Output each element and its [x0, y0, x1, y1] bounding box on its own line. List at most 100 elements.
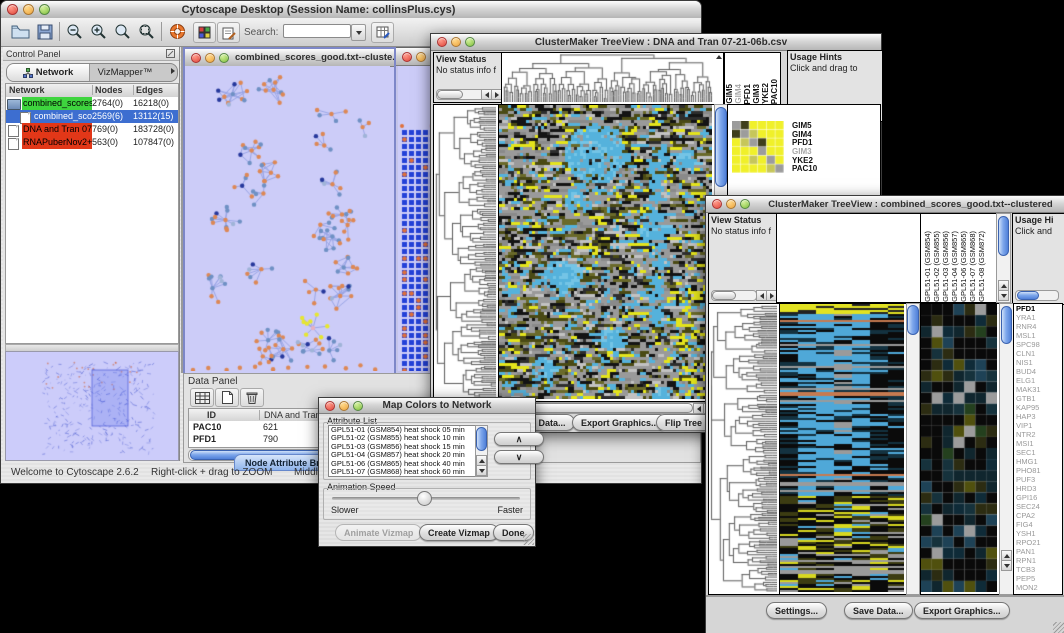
treeview1-titlebar[interactable]: ClusterMaker TreeView : DNA and Tran 07-… — [431, 34, 881, 51]
close-button[interactable] — [325, 401, 335, 411]
gene-label[interactable]: MON2 — [1014, 583, 1062, 592]
settings-button[interactable]: Settings... — [766, 602, 827, 619]
tab-overflow-button[interactable] — [171, 68, 175, 74]
treeview2-titlebar[interactable]: ClusterMaker TreeView : combined_scores_… — [706, 196, 1064, 213]
column-label[interactable]: PFD1 — [743, 53, 752, 104]
minimize-button[interactable] — [205, 53, 215, 63]
tv2-column-dendrogram[interactable] — [776, 213, 921, 303]
zoom-in-button[interactable] — [87, 22, 109, 41]
gene-label[interactable]: NIS1 — [1014, 358, 1062, 367]
help-button[interactable] — [166, 22, 188, 41]
scroll-thumb[interactable] — [521, 403, 693, 413]
gene-label[interactable]: HAP3 — [1014, 412, 1062, 421]
network-view-1-canvas[interactable] — [185, 66, 390, 371]
zoom-fit-button[interactable] — [111, 22, 133, 41]
gene-label[interactable]: ELG1 — [1014, 376, 1062, 385]
gene-label[interactable]: PHO81 — [1014, 466, 1062, 475]
col-nodes[interactable]: Nodes — [92, 85, 123, 95]
resize-grip[interactable] — [523, 534, 534, 545]
tv1-column-dendrogram[interactable] — [501, 52, 716, 105]
column-label[interactable]: GPL51-07 (GSM868) — [968, 214, 977, 302]
tv2-row-dendrogram[interactable] — [708, 303, 780, 595]
gene-label[interactable]: PAN1 — [1014, 547, 1062, 556]
gene-label[interactable]: RPN1 — [1014, 556, 1062, 565]
minimize-button[interactable] — [339, 401, 349, 411]
gene-label[interactable]: MAK31 — [1014, 385, 1062, 394]
gene-label[interactable]: SPC98 — [1014, 340, 1062, 349]
tv2-status-hscroll[interactable] — [711, 290, 757, 301]
gene-label[interactable]: CLN1 — [1014, 349, 1062, 358]
column-label[interactable]: GPL51-06 (GSM865) — [959, 214, 968, 302]
network-window-1-titlebar[interactable]: combined_scores_good.txt--cluste... — [185, 49, 394, 67]
dialog-titlebar[interactable]: Map Colors to Network — [319, 398, 535, 414]
gene-label[interactable]: KAP95 — [1014, 403, 1062, 412]
scroll-down-button[interactable] — [1001, 560, 1012, 571]
close-button[interactable] — [437, 37, 447, 47]
close-button[interactable] — [712, 199, 722, 209]
network-list-row[interactable]: DNA and Tran 07769(0)183728(0) — [6, 123, 178, 136]
table-mode-button[interactable] — [190, 388, 214, 407]
tv2-usage-hscroll[interactable] — [1015, 290, 1059, 301]
tv2-heatmap-vscroll[interactable] — [906, 303, 920, 595]
new-attribute-button[interactable] — [215, 388, 239, 407]
search-dropdown-button[interactable] — [351, 24, 366, 41]
gene-label[interactable]: RPO21 — [1014, 538, 1062, 547]
gene-label[interactable]: SEC24 — [1014, 502, 1062, 511]
network-overview-canvas[interactable] — [5, 351, 179, 461]
col-edges[interactable]: Edges — [133, 85, 163, 95]
minimize-button[interactable] — [726, 199, 736, 209]
zoom-button[interactable] — [740, 199, 750, 209]
gene-label[interactable]: HMG1 — [1014, 457, 1062, 466]
column-label[interactable]: GPL51-04 (GSM857) — [950, 214, 959, 302]
row-label[interactable]: PAC10 — [790, 165, 870, 174]
gene-label[interactable]: SEC1 — [1014, 448, 1062, 457]
minimize-button[interactable] — [23, 4, 34, 15]
animate-vizmap-button[interactable]: Animate Vizmap — [335, 524, 422, 541]
main-titlebar[interactable]: Cytoscape Desktop (Session Name: collins… — [1, 1, 701, 19]
gene-label[interactable]: NTR2 — [1014, 430, 1062, 439]
tv1-zoom-matrix-canvas[interactable] — [732, 121, 784, 173]
tv1-status-hscroll[interactable] — [436, 89, 486, 100]
gene-label[interactable]: TCB3 — [1014, 565, 1062, 574]
scroll-thumb[interactable] — [712, 291, 736, 300]
gene-label[interactable]: CPA2 — [1014, 511, 1062, 520]
save-data-button[interactable]: Save Data... — [844, 602, 913, 619]
attribute-item[interactable]: GPL51-07 (GSM868) heat shock 60 min — [329, 468, 475, 476]
create-vizmap-button[interactable]: Create Vizmap — [419, 524, 499, 541]
search-input[interactable] — [283, 24, 351, 38]
scroll-down-button[interactable] — [998, 290, 1009, 301]
resize-grip[interactable] — [1053, 622, 1064, 633]
tv2-zoom-vscroll[interactable] — [999, 303, 1014, 595]
column-label[interactable]: PAC10 — [770, 53, 779, 104]
tv1-heatmap[interactable] — [498, 104, 715, 402]
col-network[interactable]: Network — [9, 85, 45, 95]
scroll-thumb[interactable] — [1017, 291, 1039, 300]
move-up-button[interactable]: ∧ — [494, 432, 544, 446]
gene-label[interactable]: RNR4 — [1014, 322, 1062, 331]
gene-label[interactable]: MSL1 — [1014, 331, 1062, 340]
speed-slider-thumb[interactable] — [417, 491, 432, 506]
scroll-down-button[interactable] — [476, 465, 487, 476]
tv2-labels-vscroll[interactable] — [996, 213, 1011, 303]
tab-vizmapper[interactable]: VizMapper™ — [89, 64, 161, 81]
scroll-thumb[interactable] — [998, 216, 1009, 256]
network-list-row[interactable]: combined_scores2764(0)16218(0) — [6, 97, 178, 110]
zoom-button[interactable] — [353, 401, 363, 411]
zoom-button[interactable] — [465, 37, 475, 47]
scroll-thumb[interactable] — [476, 427, 487, 451]
gene-label[interactable]: BUD4 — [1014, 367, 1062, 376]
vizmap-button[interactable] — [193, 22, 216, 43]
close-button[interactable] — [7, 4, 18, 15]
scroll-thumb[interactable] — [715, 107, 727, 187]
column-label[interactable]: YKE2 — [761, 53, 770, 104]
gene-label[interactable]: HRD3 — [1014, 484, 1062, 493]
export-graphics-button[interactable]: Export Graphics... — [914, 602, 1010, 619]
gene-label[interactable]: PUF3 — [1014, 475, 1062, 484]
annotation-button[interactable] — [217, 22, 240, 43]
gene-label[interactable]: VIP1 — [1014, 421, 1062, 430]
zoom-selected-button[interactable] — [135, 22, 157, 41]
column-label[interactable]: GPL51-03 (GSM856) — [941, 214, 950, 302]
float-panel-icon[interactable] — [166, 49, 175, 58]
minimize-button[interactable] — [416, 52, 426, 62]
tv2-zoom-heatmap[interactable] — [920, 303, 1000, 595]
